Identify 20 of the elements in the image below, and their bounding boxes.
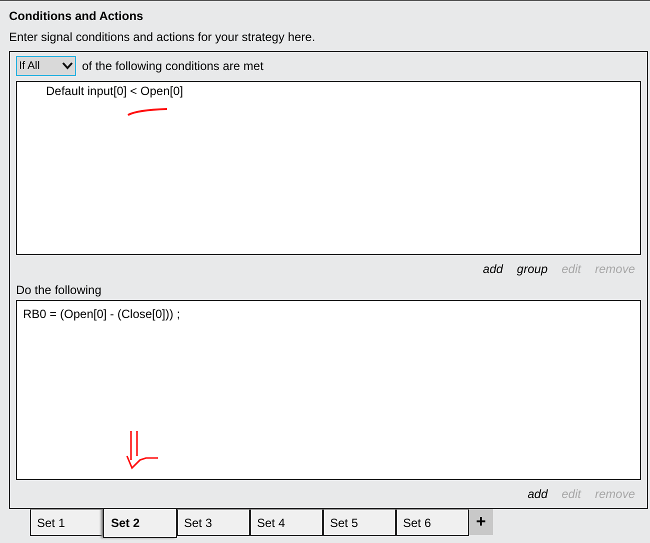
actions-label: Do the following <box>16 282 102 298</box>
set-tab[interactable]: Set 2 <box>103 508 177 538</box>
action-link[interactable]: group <box>516 260 548 278</box>
set-tab[interactable]: Set 5 <box>323 509 396 536</box>
underline-annotation <box>127 107 169 117</box>
set-tab[interactable]: Set 1 <box>30 509 103 536</box>
action-item[interactable]: RB0 = (Open[0] - (Close[0])) ; <box>17 306 180 322</box>
set-tab[interactable]: Set 4 <box>250 509 323 536</box>
description-text: Enter signal conditions and actions for your strategy here. <box>9 30 316 45</box>
set-tab[interactable]: Set 3 <box>177 509 250 536</box>
down-arrow-annotation <box>126 430 161 470</box>
section-title: Conditions and Actions <box>9 9 144 24</box>
add-tab-button[interactable]: + <box>469 509 493 535</box>
action-link[interactable]: add <box>482 260 503 278</box>
set-tab[interactable]: Set 6 <box>396 509 469 536</box>
condition-item[interactable]: Default input[0] < Open[0] <box>17 84 184 99</box>
match-dropdown[interactable]: If All <box>16 56 76 76</box>
caret-icon <box>62 62 73 70</box>
action-link[interactable]: add <box>528 485 548 504</box>
match-text: of the following conditions are met <box>82 58 264 75</box>
